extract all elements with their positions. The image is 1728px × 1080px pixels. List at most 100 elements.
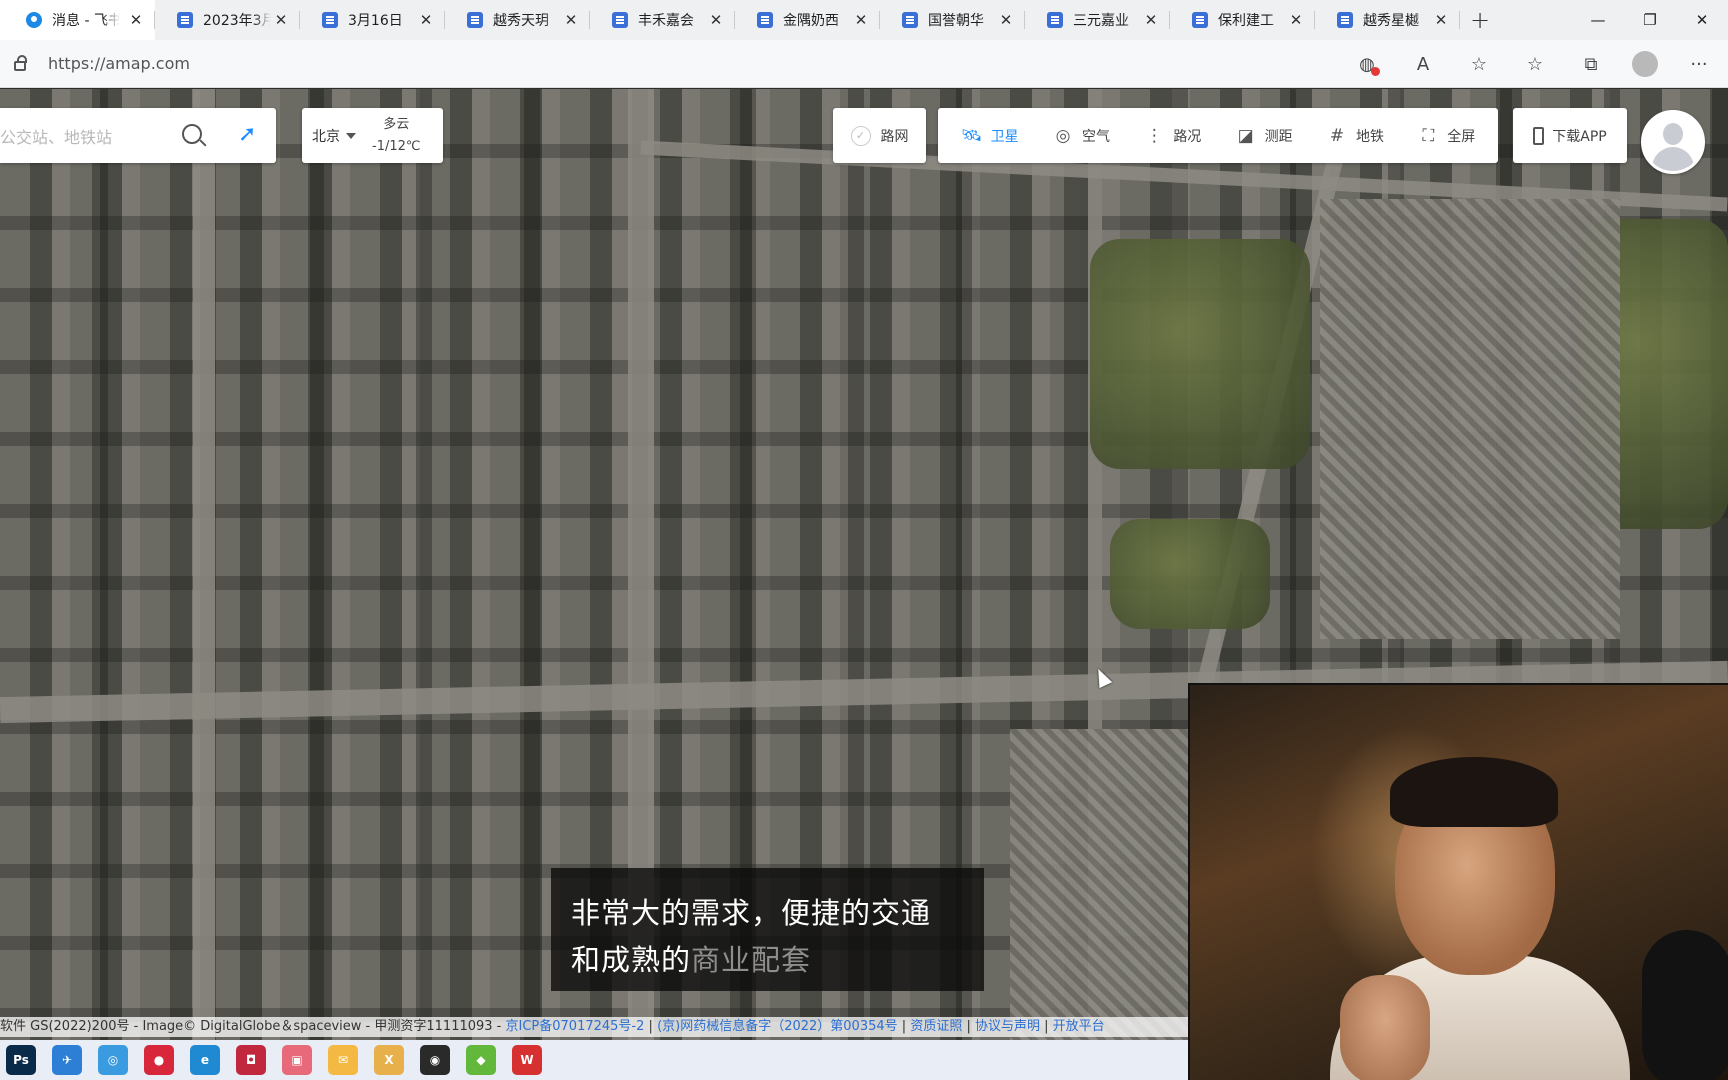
directions-icon[interactable]: ➚	[238, 122, 258, 150]
app-red-icon[interactable]: ●	[144, 1045, 174, 1075]
map-tool-subway[interactable]: # 地铁	[1326, 125, 1384, 147]
copyright-link[interactable]: 资质证照	[910, 1019, 962, 1034]
close-tab-icon[interactable]: ✕	[852, 11, 870, 29]
browser-tab[interactable]: 三元嘉业 ✕	[1025, 0, 1170, 40]
search-icon[interactable]	[182, 124, 202, 144]
tab-title: 丰禾嘉会	[638, 13, 694, 29]
message-icon	[26, 12, 42, 28]
copyright-link[interactable]: 开放平台	[1053, 1019, 1105, 1034]
tab-title: 金隅奶西	[783, 13, 839, 29]
collections-icon[interactable]: ⧉	[1576, 49, 1606, 79]
add-favorite-icon[interactable]: ☆	[1464, 49, 1494, 79]
app-green-icon[interactable]: ◆	[466, 1045, 496, 1075]
map-tool-traffic[interactable]: ⋮ 路况	[1143, 125, 1202, 147]
copyright-link[interactable]: 协议与声明	[975, 1019, 1040, 1034]
close-tab-icon[interactable]: ✕	[1287, 11, 1305, 29]
app-dark-icon[interactable]: ◉	[420, 1045, 450, 1075]
close-tab-icon[interactable]: ✕	[272, 11, 290, 29]
download-app-button[interactable]: 下载APP	[1513, 108, 1627, 163]
close-tab-icon[interactable]: ✕	[127, 11, 145, 29]
close-tab-icon[interactable]: ✕	[562, 11, 580, 29]
copyright-link[interactable]: 京ICP备07017245号-2	[506, 1019, 645, 1034]
weather-info: 多云 -1/12℃	[372, 114, 420, 158]
favorites-icon[interactable]: ☆	[1520, 49, 1550, 79]
url-field[interactable]: https://amap.com	[48, 54, 190, 73]
app-x-icon[interactable]: X	[374, 1045, 404, 1075]
tab-title: 三元嘉业	[1073, 13, 1129, 29]
map-road	[193, 89, 215, 1080]
restore-button[interactable]: ❐	[1624, 0, 1676, 40]
close-window-button[interactable]: ✕	[1676, 0, 1728, 40]
more-icon[interactable]: ···	[1684, 49, 1714, 79]
tab-title: 越秀天玥	[493, 13, 549, 29]
browser-tab[interactable]: 国誉朝华 ✕	[880, 0, 1025, 40]
minimize-button[interactable]: —	[1572, 0, 1624, 40]
ruler-icon: ◪	[1237, 125, 1254, 146]
copyright-separator: |	[962, 1019, 975, 1034]
map-tool-ruler[interactable]: ◪ 测距	[1235, 125, 1293, 147]
browser-tab[interactable]: 丰禾嘉会 ✕	[590, 0, 735, 40]
close-tab-icon[interactable]: ✕	[1432, 11, 1450, 29]
subtitle-line-2-bright: 和成熟的	[571, 943, 692, 977]
road-network-toggle[interactable]: ✓ 路网	[833, 108, 926, 163]
app-scan-icon[interactable]: ◘	[236, 1045, 266, 1075]
app-pink-icon[interactable]: ▣	[282, 1045, 312, 1075]
doc-icon	[612, 12, 628, 28]
chevron-down-icon[interactable]	[346, 132, 356, 139]
avatar-body	[1652, 147, 1694, 171]
close-tab-icon[interactable]: ✕	[997, 11, 1015, 29]
map-tool-fullscreen[interactable]: ⛶ 全屏	[1417, 125, 1475, 147]
browser-toolbar: ◍ A ☆ ☆ ⧉ ···	[1352, 40, 1714, 88]
doc-icon	[467, 12, 483, 28]
map-tool-satellite[interactable]: 🛰 卫星	[961, 125, 1019, 147]
map-lowrise-area	[1320, 199, 1620, 639]
close-tab-icon[interactable]: ✕	[707, 11, 725, 29]
map-tool-air[interactable]: ◎ 空气	[1052, 125, 1110, 147]
tracking-prevention-icon[interactable]: ◍	[1352, 49, 1382, 79]
app-bird-icon[interactable]: ✈	[52, 1045, 82, 1075]
tab-title: 国誉朝华	[928, 13, 984, 29]
weather-condition: 多云	[383, 116, 410, 132]
read-aloud-icon[interactable]: A	[1408, 49, 1438, 79]
air-icon: ◎	[1055, 125, 1071, 146]
browser-tab[interactable]: 越秀星樾 ✕	[1315, 0, 1460, 40]
close-tab-icon[interactable]: ✕	[1142, 11, 1160, 29]
wps-icon[interactable]: W	[512, 1045, 542, 1075]
tab-title: 2023年3月	[203, 13, 271, 29]
wechat-icon[interactable]: ✉	[328, 1045, 358, 1075]
avatar-head	[1663, 123, 1683, 145]
tab-title: 消息 - 飞书	[52, 13, 120, 29]
webcam-overlay	[1188, 683, 1728, 1080]
presenter-hair	[1390, 757, 1558, 827]
close-tab-icon[interactable]: ✕	[417, 11, 435, 29]
traffic-icon: ⋮	[1145, 125, 1163, 146]
address-bar: https://amap.com ◍ A ☆ ☆ ⧉ ···	[0, 40, 1728, 88]
browser-tab[interactable]: 越秀天玥 ✕	[445, 0, 590, 40]
browser-tab[interactable]: 3月16日 ✕	[300, 0, 445, 40]
doc-icon	[757, 12, 773, 28]
search-input[interactable]: 公交站、地铁站	[0, 124, 170, 148]
app-blue-icon[interactable]: ◎	[98, 1045, 128, 1075]
browser-tab[interactable]: 金隅奶西 ✕	[735, 0, 880, 40]
new-tab-button[interactable]: +	[1460, 0, 1500, 40]
browser-tab[interactable]: 2023年3月 ✕	[155, 0, 300, 40]
browser-tab[interactable]: 消息 - 飞书 ✕	[0, 0, 155, 40]
tab-title: 3月16日	[348, 13, 403, 29]
map-search-box: 公交站、地铁站 ➚	[0, 108, 276, 163]
profile-icon[interactable]	[1632, 51, 1658, 77]
browser-tab[interactable]: 保利建工 ✕	[1170, 0, 1315, 40]
subtitle-line-1: 非常大的需求，便捷的交通	[571, 896, 932, 930]
map-park	[1090, 239, 1310, 469]
doc-icon	[1047, 12, 1063, 28]
phone-icon	[1533, 126, 1545, 145]
check-icon: ✓	[850, 125, 871, 146]
lock-icon[interactable]	[14, 55, 27, 71]
microphone	[1642, 930, 1728, 1080]
subway-icon: #	[1329, 125, 1345, 146]
edge-icon[interactable]: e	[190, 1045, 220, 1075]
city-selector[interactable]: 北京	[312, 126, 340, 146]
copyright-link[interactable]: (京)网药械信息备字（2022）第00354号	[657, 1019, 898, 1034]
user-avatar[interactable]	[1641, 110, 1705, 174]
map-park	[1110, 519, 1270, 629]
photoshop-icon[interactable]: Ps	[6, 1045, 36, 1075]
